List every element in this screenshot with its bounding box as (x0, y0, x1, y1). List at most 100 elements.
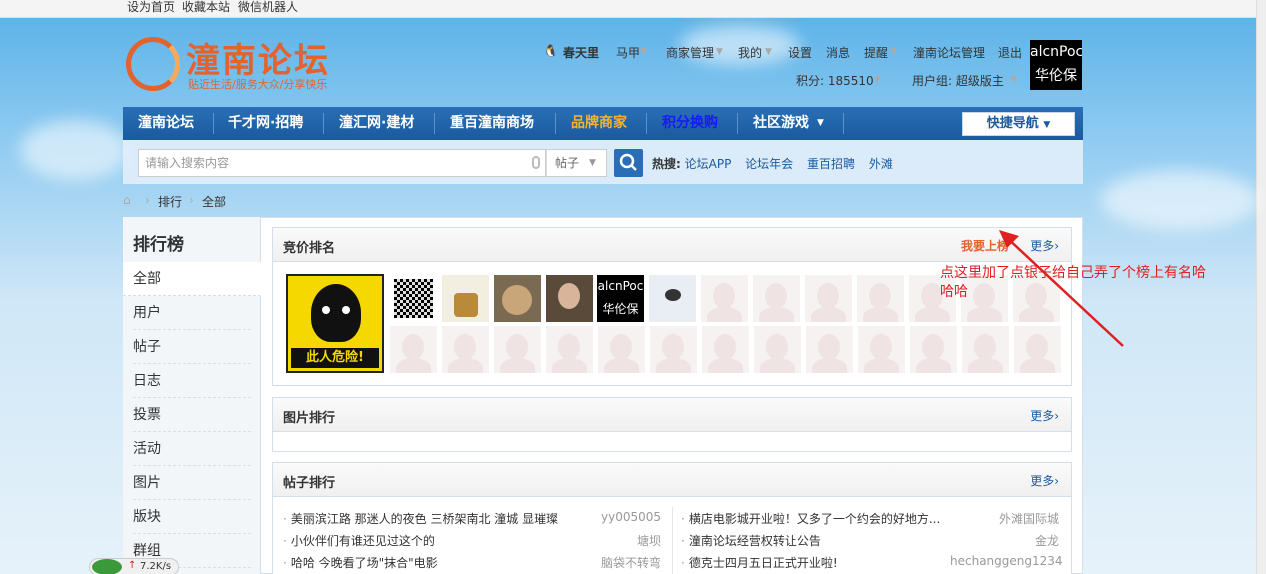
scrollbar[interactable] (1256, 0, 1266, 574)
wechat-bot-link[interactable]: 微信机器人 (238, 0, 298, 15)
bird-avatar[interactable] (649, 275, 696, 322)
list-item[interactable]: · 小伙伴们有谁还见过这个的 (283, 532, 435, 549)
sidebar-item-events[interactable]: 活动 (133, 432, 251, 466)
post-author[interactable]: 塘坝 (600, 532, 661, 549)
post-author[interactable]: yy005005 (600, 510, 661, 524)
search-button[interactable] (614, 149, 643, 177)
nav-item-brands[interactable]: 品牌商家 (571, 107, 627, 140)
top-bid-avatar[interactable]: 此人危险! (286, 274, 384, 373)
menu-item-logout[interactable]: 退出 (998, 44, 1022, 61)
hot-link[interactable]: 论坛APP (685, 157, 732, 171)
default-avatar[interactable] (910, 326, 957, 373)
hot-link[interactable]: 论坛年会 (745, 157, 793, 171)
set-home-link[interactable]: 设为首页 (127, 0, 175, 15)
post-author[interactable]: 外滩国际城 (990, 510, 1059, 527)
nav-item-building[interactable]: 潼汇网·建材 (339, 107, 414, 140)
avatar-text: 华伦保泰 (602, 302, 639, 316)
person-icon (713, 283, 735, 309)
default-avatar[interactable] (442, 326, 489, 373)
post-author[interactable]: 脑袋不转弯 (590, 554, 661, 571)
nav-item-forum[interactable]: 潼南论坛 (138, 107, 194, 140)
default-avatar[interactable] (857, 275, 904, 322)
list-item[interactable]: · 哈哈 今晚看了场"抹合"电影 (283, 554, 438, 571)
default-avatar[interactable] (805, 275, 852, 322)
more-link[interactable]: 更多› (1030, 472, 1059, 489)
default-avatar[interactable] (754, 326, 801, 373)
top-toolbar: 设为首页 收藏本站 微信机器人 (0, 0, 1256, 18)
download-speed-widget[interactable]: ↑ 7.2K/s (89, 558, 179, 574)
person-icon (765, 283, 787, 309)
menu-item-alerts[interactable]: 提醒 (864, 44, 888, 61)
post-title[interactable]: 美丽滨江路 那迷人的夜色 三桥架南北 潼城 显璀璨 (291, 512, 558, 526)
default-avatar[interactable] (753, 275, 800, 322)
chevron-down-icon: ▼ (1043, 120, 1051, 130)
quick-nav-button[interactable]: 快捷导航 ▼ (962, 112, 1075, 136)
cat-avatar[interactable] (494, 275, 541, 322)
default-avatar[interactable] (806, 326, 853, 373)
default-avatar[interactable] (702, 326, 749, 373)
sidebar-item-posts[interactable]: 帖子 (133, 330, 251, 364)
sidebar-item-boards[interactable]: 版块 (133, 500, 251, 534)
more-link[interactable]: 更多› (1030, 407, 1059, 424)
sidebar-item-blogs[interactable]: 日志 (133, 364, 251, 398)
man-avatar[interactable] (546, 275, 593, 322)
default-avatar[interactable] (701, 275, 748, 322)
bullet-icon: · (681, 556, 685, 570)
person-icon (759, 307, 794, 322)
points-display[interactable]: 积分: 185510 (796, 72, 874, 89)
hot-link[interactable]: 外滩 (869, 157, 893, 171)
person-icon (915, 307, 950, 322)
quick-nav-label: 快捷导航 (986, 116, 1039, 131)
qrcode-avatar[interactable] (390, 275, 437, 322)
sidebar-item-all[interactable]: 全部 (123, 262, 261, 296)
microphone-icon[interactable] (532, 156, 540, 169)
menu-item-admin[interactable]: 潼南论坛管理 (913, 44, 985, 61)
post-title[interactable]: 潼南论坛经营权转让公告 (689, 534, 821, 548)
person-icon (402, 334, 424, 360)
nav-item-games[interactable]: 社区游戏 (753, 107, 809, 140)
breadcrumb-item[interactable]: 排行 (158, 193, 182, 210)
default-avatar[interactable] (598, 326, 645, 373)
sidebar-item-users[interactable]: 用户 (133, 296, 251, 330)
site-logo[interactable]: 潼南论坛 贴近生活/服务大众/分享快乐 (126, 35, 366, 97)
default-avatar[interactable] (546, 326, 593, 373)
nav-item-jobs[interactable]: 千才网·招聘 (228, 107, 303, 140)
sidebar-item-pictures[interactable]: 图片 (133, 466, 251, 500)
nav-divider (323, 113, 324, 134)
text-avatar[interactable]: alcnPoc 华伦保泰 (597, 275, 644, 322)
list-item[interactable]: · 美丽滨江路 那迷人的夜色 三桥架南北 潼城 显璀璨 (283, 510, 558, 527)
default-avatar[interactable] (650, 326, 697, 373)
username[interactable]: 春天里 (563, 44, 599, 61)
chevron-down-icon: ▼ (589, 158, 596, 168)
menu-item-settings[interactable]: 设置 (788, 44, 812, 61)
post-title[interactable]: 德克士四月五日正式开业啦! (689, 556, 838, 570)
menu-item-merchant[interactable]: 商家管理 (666, 44, 714, 61)
nav-item-points-shop[interactable]: 积分换购 (662, 107, 718, 140)
nav-item-mall[interactable]: 重百潼南商场 (450, 107, 534, 140)
default-avatar[interactable] (494, 326, 541, 373)
post-title[interactable]: 小伙伴们有谁还见过这个的 (291, 534, 435, 548)
list-item[interactable]: · 潼南论坛经营权转让公告 (681, 532, 821, 549)
user-group[interactable]: 用户组: 超级版主 (912, 72, 1004, 89)
default-avatar[interactable] (858, 326, 905, 373)
list-item[interactable]: · 德克士四月五日正式开业啦! (681, 554, 838, 571)
hot-link[interactable]: 重百招聘 (807, 157, 855, 171)
menu-item-majia[interactable]: 马甲 (616, 44, 640, 61)
home-icon[interactable]: ⌂ (123, 193, 131, 207)
search-input[interactable]: 请输入搜索内容 (138, 149, 546, 177)
post-title[interactable]: 横店电影城开业啦！又多了一个约会的好地方... (689, 512, 940, 526)
menu-item-messages[interactable]: 消息 (826, 44, 850, 61)
bookmark-link[interactable]: 收藏本站 (182, 0, 230, 15)
search-type-select[interactable]: 帖子 ▼ (546, 149, 607, 177)
menu-item-mine[interactable]: 我的 (738, 44, 762, 61)
list-item[interactable]: · 横店电影城开业啦！又多了一个约会的好地方... (681, 510, 940, 527)
post-author[interactable]: 金龙 (990, 532, 1059, 549)
default-avatar[interactable] (390, 326, 437, 373)
phoenix-logo-icon (126, 37, 180, 91)
post-author[interactable]: hechanggeng1234 (950, 554, 1063, 568)
cartoon-avatar[interactable] (442, 275, 489, 322)
post-title[interactable]: 哈哈 今晚看了场"抹合"电影 (291, 556, 438, 570)
avatar[interactable]: alcnPoc 华伦保泰 (1030, 40, 1082, 90)
person-icon (558, 334, 580, 360)
sidebar-item-polls[interactable]: 投票 (133, 398, 251, 432)
